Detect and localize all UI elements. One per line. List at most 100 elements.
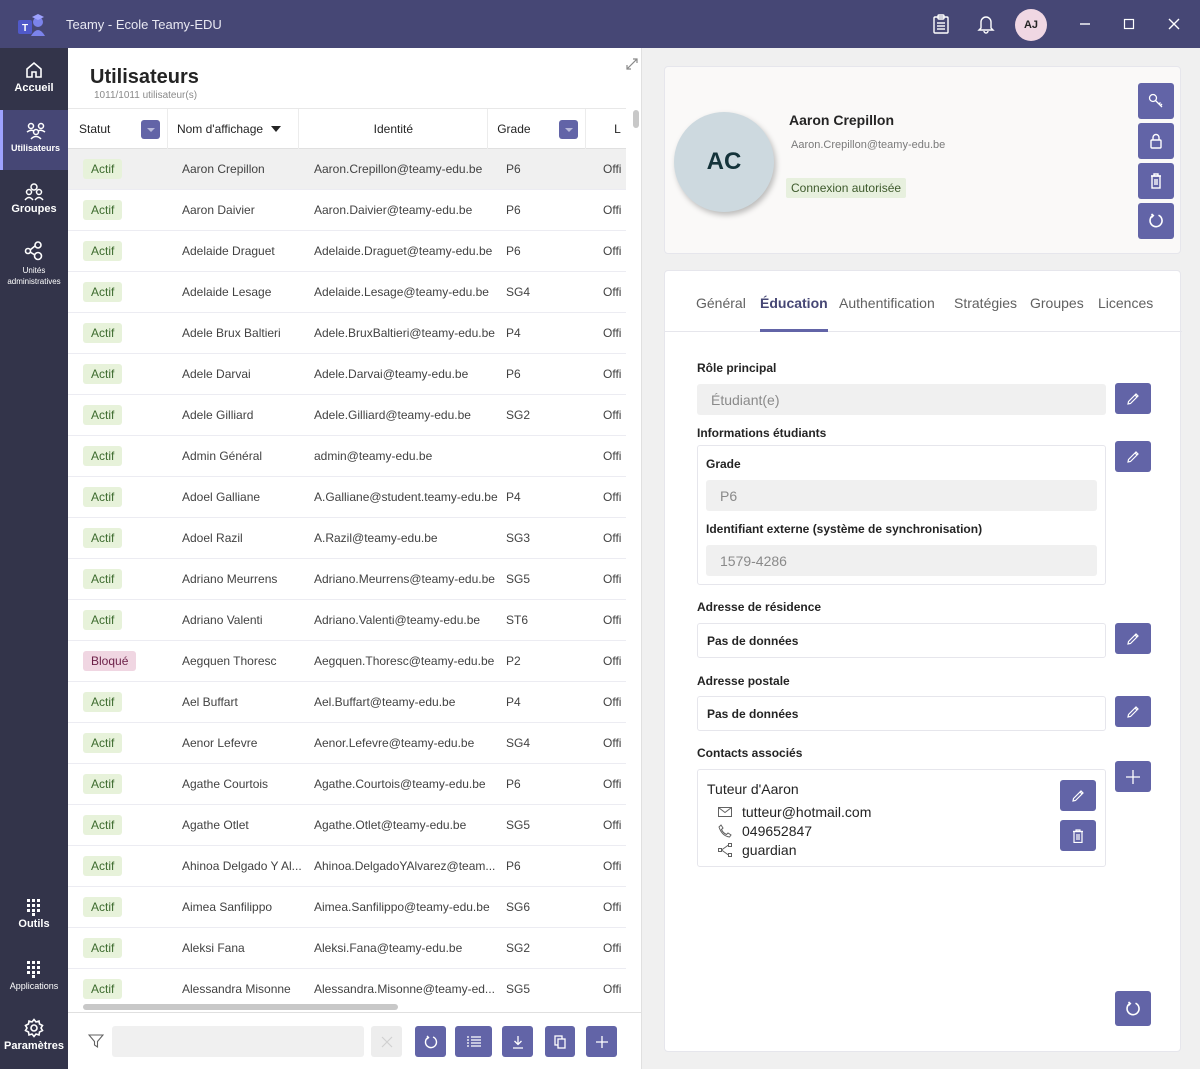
grade-cell: P6 bbox=[506, 859, 521, 873]
column-header-statut[interactable]: Statut bbox=[68, 109, 168, 149]
edit-postal-button[interactable] bbox=[1115, 696, 1151, 727]
table-row[interactable]: Actif Adriano Valenti Adriano.Valenti@team… bbox=[68, 600, 626, 641]
user-count: 1011/1011 utilisateur(s) bbox=[94, 90, 198, 101]
phone-icon bbox=[718, 824, 732, 838]
minimize-icon[interactable] bbox=[1073, 12, 1097, 36]
identity-cell: Adele.BruxBaltieri@teamy-edu.be bbox=[314, 326, 495, 340]
refresh-details-button[interactable] bbox=[1115, 991, 1151, 1026]
table-row[interactable]: Actif Agathe Courtois Agathe.Courtois@team… bbox=[68, 764, 626, 805]
table-row[interactable]: Actif Ahinoa Delgado Y Al... Ahinoa.Delgad… bbox=[68, 846, 626, 887]
tab-groupes[interactable]: Groupes bbox=[1030, 295, 1084, 332]
sort-desc-icon[interactable] bbox=[271, 126, 282, 132]
add-icon bbox=[1126, 769, 1140, 784]
extra-cell: Offi bbox=[603, 900, 622, 914]
block-user-button[interactable] bbox=[1138, 123, 1174, 159]
reset-password-button[interactable] bbox=[1138, 83, 1174, 119]
status-badge: Actif bbox=[83, 528, 123, 548]
column-header-more[interactable]: L bbox=[586, 109, 626, 149]
rail-item-applications[interactable]: Applications bbox=[0, 960, 68, 1000]
expand-icon[interactable] bbox=[624, 56, 640, 72]
table-row[interactable]: Bloqué Aegquen Thoresc Aegquen.Thoresc@tea… bbox=[68, 641, 626, 682]
filter-input[interactable] bbox=[112, 1026, 364, 1057]
tab-strategies[interactable]: Stratégies bbox=[954, 295, 1017, 332]
grade-field: P6 bbox=[706, 480, 1097, 511]
table-row[interactable]: Actif Aaron Daivier Aaron.Daivier@teamy-ed… bbox=[68, 190, 626, 231]
table-row[interactable]: Actif Adele Darvai Adele.Darvai@teamy-edu.… bbox=[68, 354, 626, 395]
groups-icon bbox=[24, 183, 44, 201]
refresh-button[interactable] bbox=[415, 1026, 446, 1057]
column-header-grade[interactable]: Grade bbox=[488, 109, 587, 149]
bell-icon[interactable] bbox=[974, 12, 998, 36]
rail-item-outils[interactable]: Outils bbox=[0, 898, 68, 940]
add-contact-button[interactable] bbox=[1115, 761, 1151, 792]
table-row[interactable]: Actif Adele Gilliard Adele.Gilliard@teamy-… bbox=[68, 395, 626, 436]
table-row[interactable]: Actif Ael Buffart Ael.Buffart@teamy-edu.be… bbox=[68, 682, 626, 723]
table-row[interactable]: Actif Adoel Galliane A.Galliane@student.te… bbox=[68, 477, 626, 518]
table-row[interactable]: Actif Agathe Otlet Agathe.Otlet@teamy-edu.… bbox=[68, 805, 626, 846]
extra-cell: Offi bbox=[603, 490, 622, 504]
delete-contact-button[interactable] bbox=[1060, 820, 1096, 851]
rail-item-unites-administratives[interactable]: Unités administratives bbox=[0, 240, 68, 290]
close-icon[interactable] bbox=[1162, 12, 1186, 36]
student-info-box: Grade P6 Identifiant externe (système de… bbox=[697, 445, 1106, 585]
table-row[interactable]: Actif Aenor Lefevre Aenor.Lefevre@teamy-ed… bbox=[68, 723, 626, 764]
filter-dropdown-icon[interactable] bbox=[559, 120, 579, 139]
tab-general[interactable]: Général bbox=[696, 295, 746, 332]
rail-item-accueil[interactable]: Accueil bbox=[0, 60, 68, 110]
table-row[interactable]: Actif Adelaide Draguet Adelaide.Draguet@te… bbox=[68, 231, 626, 272]
window-title: Teamy - Ecole Teamy-EDU bbox=[66, 17, 222, 32]
grade-cell: SG5 bbox=[506, 818, 531, 832]
edit-residence-button[interactable] bbox=[1115, 623, 1151, 654]
maximize-icon[interactable] bbox=[1117, 12, 1141, 36]
edit-student-info-button[interactable] bbox=[1115, 441, 1151, 472]
pencil-icon bbox=[1072, 789, 1084, 802]
filter-dropdown-icon[interactable] bbox=[141, 120, 160, 139]
clipboard-icon[interactable] bbox=[929, 12, 953, 36]
table-row[interactable]: Actif Aimea Sanfilippo Aimea.Sanfilippo@te… bbox=[68, 887, 626, 928]
table-row[interactable]: Actif Adriano Meurrens Adriano.Meurrens@te… bbox=[68, 559, 626, 600]
edit-contact-button[interactable] bbox=[1060, 780, 1096, 811]
tab-licences[interactable]: Licences bbox=[1098, 295, 1153, 332]
rail-item-parametres[interactable]: Paramètres bbox=[0, 1018, 68, 1058]
edit-role-button[interactable] bbox=[1115, 383, 1151, 414]
column-header-nom[interactable]: Nom d'affichage bbox=[168, 109, 300, 149]
display-name-cell: Adelaide Draguet bbox=[182, 244, 275, 258]
display-name-cell: Ael Buffart bbox=[182, 695, 238, 709]
teams-logo-icon: T bbox=[18, 12, 46, 38]
column-header-identite[interactable]: Identité bbox=[299, 109, 489, 149]
download-button[interactable] bbox=[502, 1026, 533, 1057]
table-row[interactable]: Actif Aleksi Fana Aleksi.Fana@teamy-edu.be… bbox=[68, 928, 626, 969]
table-row[interactable]: Actif Alessandra Misonne Alessandra.Misonn… bbox=[68, 969, 626, 1004]
extra-cell: Offi bbox=[603, 203, 622, 217]
clear-icon bbox=[381, 1036, 392, 1047]
vertical-scrollbar[interactable] bbox=[633, 110, 639, 128]
home-icon bbox=[26, 61, 42, 78]
identity-cell: Agathe.Courtois@teamy-edu.be bbox=[314, 777, 486, 791]
table-row[interactable]: Actif Adele Brux Baltieri Adele.BruxBaltie… bbox=[68, 313, 626, 354]
rail-item-groupes[interactable]: Groupes bbox=[0, 183, 68, 223]
tab-education[interactable]: Éducation bbox=[760, 295, 828, 332]
tab-authentification[interactable]: Authentification bbox=[839, 295, 935, 332]
contact-card: Tuteur d'Aaron tutteur@hotmail.com 04965… bbox=[697, 769, 1106, 867]
app-rail: Accueil Utilisateurs Groupes Unités admi… bbox=[0, 48, 68, 1069]
columns-button[interactable] bbox=[455, 1026, 492, 1057]
delete-user-button[interactable] bbox=[1138, 163, 1174, 199]
columns-icon bbox=[466, 1035, 481, 1047]
clear-filter-button[interactable] bbox=[371, 1026, 402, 1057]
rail-item-utilisateurs[interactable]: Utilisateurs bbox=[0, 110, 68, 170]
horizontal-scrollbar[interactable] bbox=[83, 1004, 398, 1010]
table-row[interactable]: Actif Aaron Crepillon Aaron.Crepillon@team… bbox=[68, 149, 626, 190]
copy-button[interactable] bbox=[545, 1026, 575, 1057]
table-row[interactable]: Actif Adelaide Lesage Adelaide.Lesage@team… bbox=[68, 272, 626, 313]
display-name-cell: Agathe Otlet bbox=[182, 818, 249, 832]
table-row[interactable]: Actif Admin Général admin@teamy-edu.be Offi bbox=[68, 436, 626, 477]
column-label: Identité bbox=[373, 122, 414, 136]
display-name-cell: Adelaide Lesage bbox=[182, 285, 272, 299]
login-status-badge: Connexion autorisée bbox=[786, 178, 907, 198]
table-row[interactable]: Actif Adoel Razil A.Razil@teamy-edu.be SG3 O… bbox=[68, 518, 626, 559]
user-avatar[interactable]: AJ bbox=[1015, 9, 1047, 41]
sync-user-button[interactable] bbox=[1138, 203, 1174, 239]
add-user-button[interactable] bbox=[586, 1026, 617, 1057]
refresh-icon bbox=[1126, 1000, 1140, 1015]
display-name-cell: Alessandra Misonne bbox=[182, 982, 291, 996]
